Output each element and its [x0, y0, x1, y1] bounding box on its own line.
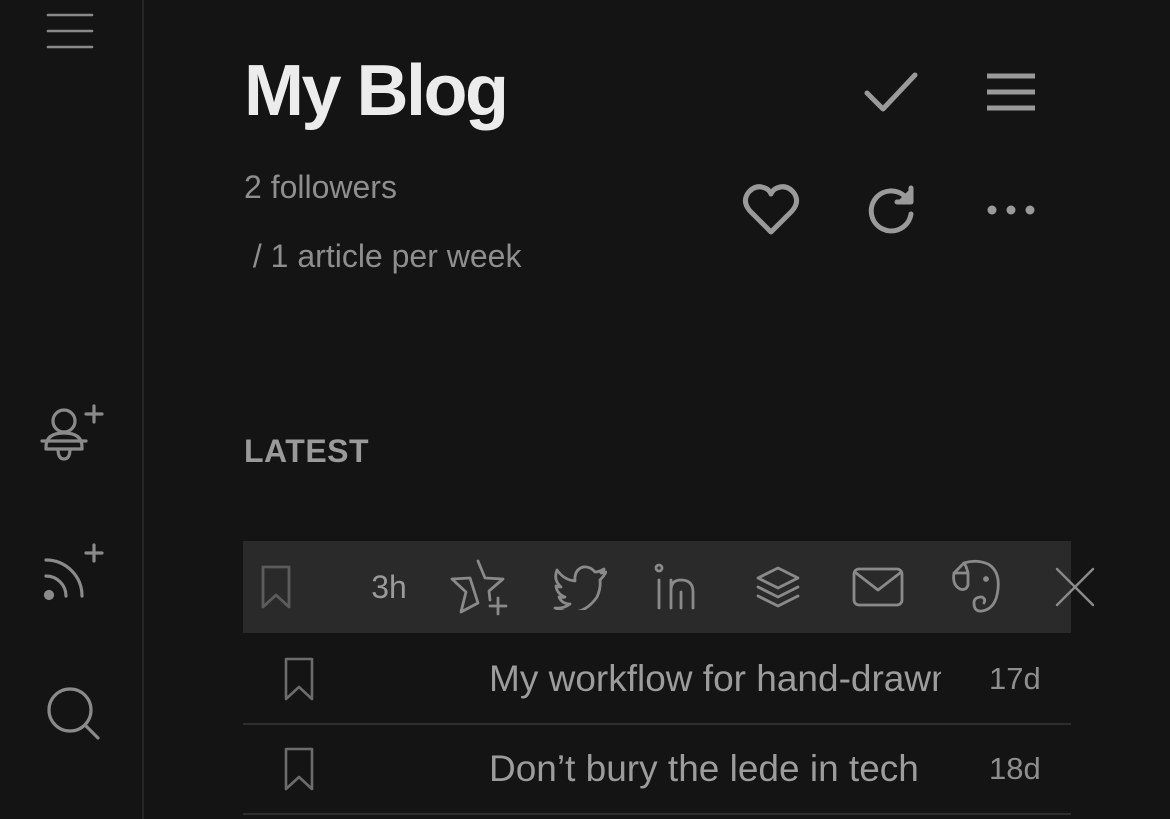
app-root: My Blog 2 followers / 1 article per week…: [0, 0, 1170, 819]
bookmark-icon[interactable]: [283, 635, 315, 723]
list-item[interactable]: Don’t bury the lede in tech 18d: [243, 725, 1071, 815]
close-icon[interactable]: [1045, 541, 1105, 633]
section-heading: LATEST: [244, 433, 370, 469]
list-item[interactable]: My workflow for hand-drawn 17d: [243, 635, 1071, 725]
twitter-icon[interactable]: [549, 541, 611, 633]
blog-title: My Blog: [244, 51, 509, 131]
list-icon[interactable]: [976, 57, 1046, 127]
menu-icon[interactable]: [40, 8, 100, 54]
evernote-icon[interactable]: [945, 541, 1007, 633]
mail-icon[interactable]: [847, 541, 909, 633]
bookmark-icon[interactable]: [283, 725, 315, 813]
left-sidebar: [0, 0, 144, 819]
linkedin-icon[interactable]: [649, 541, 705, 633]
add-feed-icon[interactable]: [34, 540, 108, 604]
story-action-bar: 3h: [243, 541, 1095, 633]
refresh-icon[interactable]: [856, 175, 926, 245]
add-user-icon[interactable]: [34, 400, 108, 464]
check-icon[interactable]: [856, 57, 926, 127]
followers-count: 2 followers: [244, 169, 397, 205]
heart-icon[interactable]: [736, 175, 806, 245]
article-age: 18d: [989, 751, 1041, 786]
article-title[interactable]: My workflow for hand-drawn: [489, 635, 941, 723]
search-icon[interactable]: [40, 680, 106, 746]
story-age: 3h: [371, 568, 407, 605]
more-icon[interactable]: [976, 175, 1046, 245]
article-title[interactable]: Don’t bury the lede in tech: [489, 725, 941, 813]
post-frequency: / 1 article per week: [244, 238, 522, 274]
article-age: 17d: [989, 661, 1041, 696]
buffer-icon[interactable]: [751, 541, 805, 633]
bookmark-icon[interactable]: [251, 541, 301, 633]
star-add-icon[interactable]: [447, 541, 511, 633]
